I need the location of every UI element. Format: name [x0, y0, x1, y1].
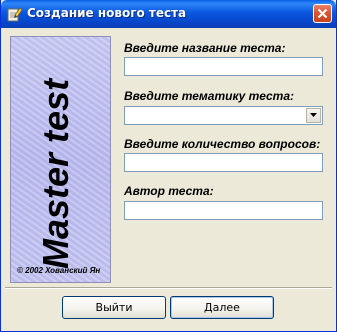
close-x-icon	[317, 8, 328, 19]
window-title: Создание нового теста	[27, 6, 187, 20]
next-button[interactable]: Далее	[170, 296, 274, 319]
exit-button[interactable]: Выйти	[62, 296, 166, 319]
question-count-input[interactable]	[124, 153, 323, 172]
test-name-label: Введите название теста:	[124, 41, 286, 55]
dialog-window: Создание нового теста Master test © 2002…	[0, 0, 337, 332]
copyright-text: © 2002 Хованский Ян	[17, 266, 101, 275]
pencil-notepad-icon	[6, 6, 23, 22]
divider	[5, 287, 332, 289]
question-count-label: Введите количество вопросов:	[124, 137, 321, 151]
banner-title: Master test	[35, 78, 76, 269]
close-button[interactable]	[313, 4, 332, 23]
test-name-input[interactable]	[124, 57, 323, 76]
author-input[interactable]	[124, 201, 323, 220]
test-topic-label: Введите тематику теста:	[124, 89, 295, 103]
title-bar[interactable]: Создание нового теста	[1, 0, 336, 28]
logo-banner: Master test © 2002 Хованский Ян	[10, 36, 111, 283]
test-topic-select[interactable]	[124, 106, 323, 125]
dropdown-button[interactable]	[306, 108, 321, 123]
author-label: Автор теста:	[124, 184, 214, 198]
chevron-down-icon	[310, 113, 317, 117]
